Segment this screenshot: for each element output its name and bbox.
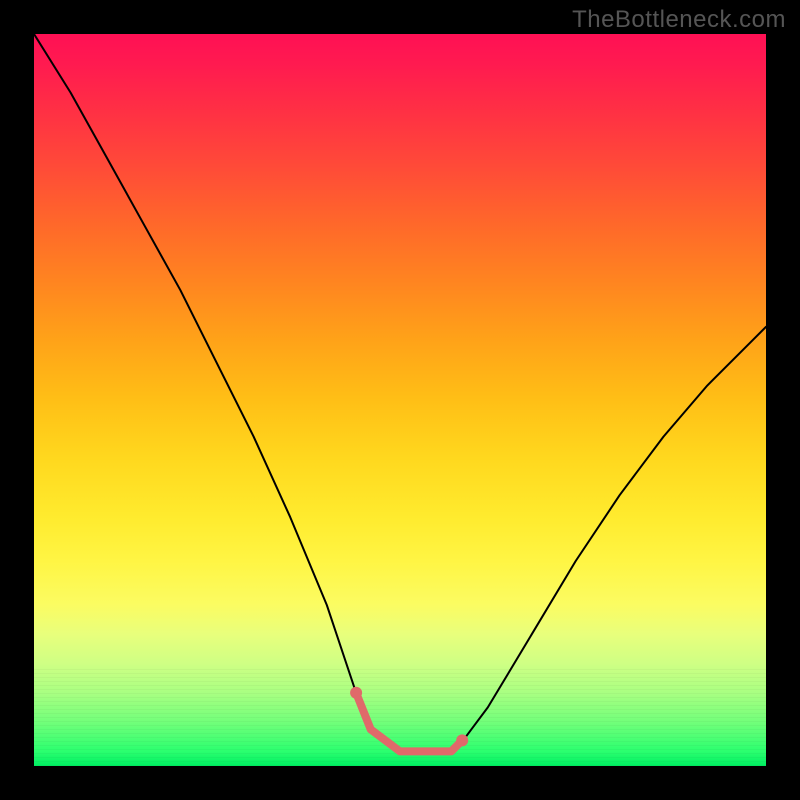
trough-endpoint-left <box>350 687 362 699</box>
trough-highlight-path <box>356 693 462 752</box>
trough-endpoint-right <box>456 734 468 746</box>
curve-svg <box>34 34 766 766</box>
main-curve-path <box>34 34 766 751</box>
watermark: TheBottleneck.com <box>572 6 786 34</box>
chart-frame <box>34 34 766 766</box>
